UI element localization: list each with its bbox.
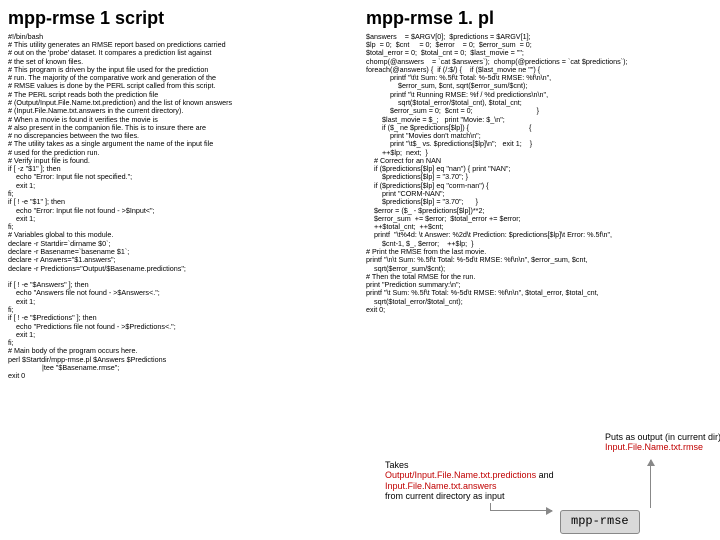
left-code: #!/bin/bash # This utility generates an … bbox=[8, 33, 354, 381]
two-column-layout: mpp-rmse 1 script #!/bin/bash # This uti… bbox=[8, 8, 712, 381]
takes-line2: Output/Input.File.Name.txt.predictions a… bbox=[385, 470, 565, 480]
title-rest: script bbox=[110, 8, 164, 28]
left-column: mpp-rmse 1 script #!/bin/bash # This uti… bbox=[8, 8, 354, 381]
right-column: mpp-rmse 1. pl $answers = $ARGV[0]; $pre… bbox=[366, 8, 712, 381]
puts-line1: Puts as output (in current dir) bbox=[605, 432, 720, 442]
title-bold: mpp-rmse 1 bbox=[8, 8, 110, 28]
right-title: mpp-rmse 1. pl bbox=[366, 8, 712, 29]
arrow-box-to-puts bbox=[650, 460, 651, 508]
arrow-takes-vert bbox=[490, 503, 491, 511]
right-code: $answers = $ARGV[0]; $predictions = $ARG… bbox=[366, 33, 712, 315]
left-title: mpp-rmse 1 script bbox=[8, 8, 354, 29]
takes-line3: Input.File.Name.txt.answers bbox=[385, 481, 565, 491]
mpp-rmse-box: mpp-rmse bbox=[560, 510, 640, 534]
takes-note: Takes Output/Input.File.Name.txt.predict… bbox=[385, 460, 565, 501]
arrow-takes-to-box bbox=[490, 510, 552, 511]
puts-line2: Input.File.Name.txt.rmse bbox=[605, 442, 720, 452]
puts-note: Puts as output (in current dir) Input.Fi… bbox=[605, 432, 720, 453]
takes-line4: from current directory as input bbox=[385, 491, 565, 501]
takes-line1: Takes bbox=[385, 460, 565, 470]
